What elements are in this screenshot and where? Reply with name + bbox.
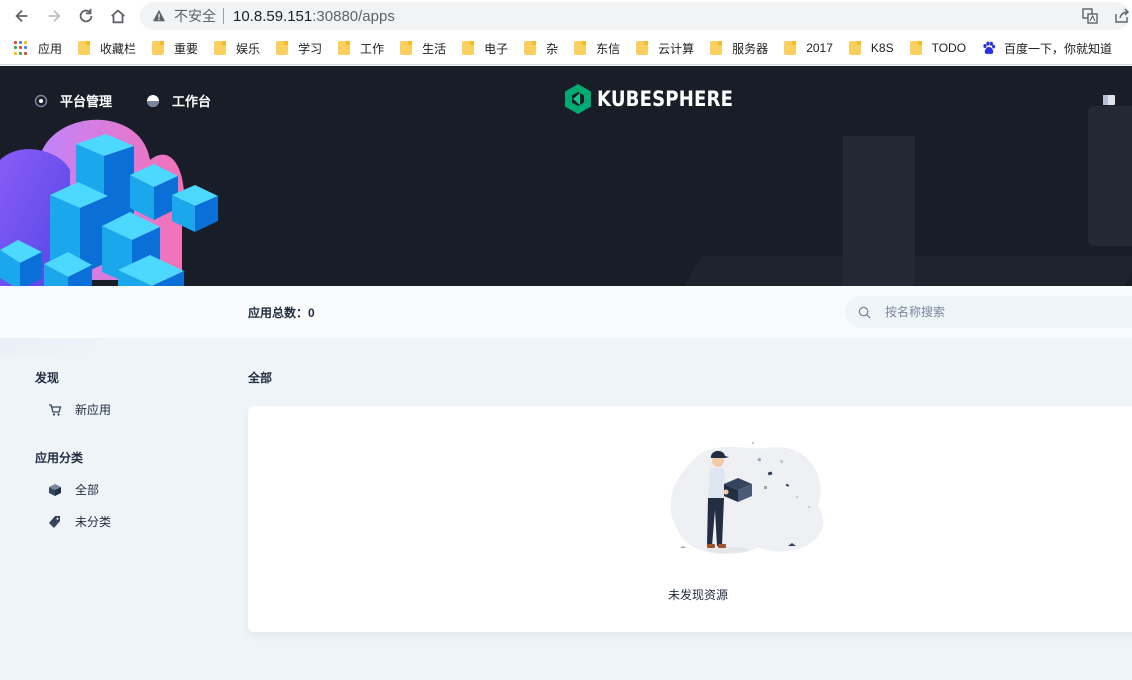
bookmark-folder[interactable]: 娱乐 bbox=[214, 40, 260, 57]
bookmark-folder[interactable]: 生活 bbox=[400, 40, 446, 57]
bookmark-folder[interactable]: 云计算 bbox=[636, 40, 694, 57]
folder-icon bbox=[462, 41, 475, 55]
translate-icon[interactable] bbox=[1078, 4, 1102, 28]
bookmark-label: 生活 bbox=[422, 41, 447, 56]
bookmark-label: 娱乐 bbox=[236, 41, 261, 56]
warning-triangle-icon bbox=[152, 9, 166, 22]
bookmark-folder[interactable]: 工作 bbox=[338, 40, 384, 57]
folder-icon bbox=[400, 41, 413, 55]
bookmark-label: 百度一下，你就知道 bbox=[1004, 41, 1113, 56]
bookmark-label: 收藏栏 bbox=[100, 41, 137, 56]
bookmark-folder[interactable]: 学习 bbox=[276, 40, 322, 57]
app-total-count: 应用总数：0 bbox=[248, 304, 315, 321]
sidebar-item-all[interactable]: 全部 bbox=[48, 481, 99, 498]
app-count-label: 应用总数： bbox=[248, 306, 309, 320]
section-title-all: 全部 bbox=[248, 371, 273, 385]
bookmark-folder[interactable]: TODO bbox=[909, 41, 967, 55]
bookmark-label: K8S bbox=[870, 41, 894, 55]
bookmark-label: 工作 bbox=[360, 41, 385, 56]
folder-icon bbox=[636, 41, 649, 55]
bookmark-label: 应用 bbox=[38, 41, 63, 56]
search-icon bbox=[858, 306, 871, 319]
forward-arrow-icon[interactable] bbox=[42, 4, 66, 28]
folder-icon bbox=[524, 41, 537, 55]
folder-icon bbox=[78, 41, 91, 55]
url-omnibox[interactable]: 不安全 10.8.59.151:30880/apps bbox=[140, 2, 1130, 30]
folder-icon bbox=[574, 41, 587, 55]
bookmark-label: 云计算 bbox=[658, 41, 695, 56]
home-icon[interactable] bbox=[106, 4, 130, 28]
folder-icon bbox=[276, 41, 289, 55]
bookmark-folder[interactable]: 电子 bbox=[462, 40, 508, 57]
bookmark-label: 2017 bbox=[806, 41, 833, 55]
bookmark-folder[interactable]: 2017 bbox=[784, 41, 833, 55]
bookmark-apps[interactable]: 应用 bbox=[14, 40, 62, 57]
folder-icon bbox=[848, 41, 861, 55]
apps-toolbar: 应用总数：0 bbox=[0, 286, 1132, 338]
bookmark-label: 学习 bbox=[298, 41, 323, 56]
empty-state-text: 未发现资源 bbox=[667, 588, 728, 602]
bookmark-label: 东信 bbox=[596, 41, 621, 56]
apps-grid-icon bbox=[14, 41, 28, 55]
sidebar-item-label: 未分类 bbox=[75, 515, 112, 529]
sidebar-category-title: 应用分类 bbox=[35, 451, 84, 465]
sidebar-item-new-apps[interactable]: 新应用 bbox=[48, 401, 111, 418]
folder-icon bbox=[214, 41, 227, 55]
bookmark-folder[interactable]: 服务器 bbox=[710, 40, 768, 57]
notification-icon[interactable] bbox=[1102, 94, 1116, 106]
insecure-label: 不安全 bbox=[174, 8, 216, 24]
bookmark-label: 服务器 bbox=[732, 41, 769, 56]
folder-icon bbox=[152, 41, 165, 55]
sidebar-item-uncategorized[interactable]: 未分类 bbox=[48, 513, 111, 530]
bookmark-label: 电子 bbox=[484, 41, 509, 56]
sidebar-discover-title: 发现 bbox=[35, 371, 60, 385]
folder-icon bbox=[784, 41, 797, 55]
bookmark-folder[interactable]: 杂 bbox=[524, 40, 558, 57]
bookmark-label: 杂 bbox=[546, 41, 559, 56]
tag-icon bbox=[49, 515, 60, 528]
back-arrow-icon[interactable] bbox=[10, 4, 34, 28]
baidu-paw-icon bbox=[983, 41, 996, 54]
apps-list-card: 未发现资源 bbox=[248, 406, 1132, 632]
shopping-cart-icon bbox=[49, 403, 62, 416]
search-box[interactable] bbox=[845, 296, 1132, 328]
banner-door-decoration bbox=[843, 136, 915, 286]
url-path: :30880/apps bbox=[312, 7, 395, 25]
bookmark-folder[interactable]: 重要 bbox=[152, 40, 198, 57]
app-count-value: 0 bbox=[308, 306, 315, 320]
sidebar-item-label: 新应用 bbox=[75, 403, 112, 417]
kubesphere-logo[interactable]: KUBESPHERE bbox=[565, 84, 755, 114]
bookmark-folder[interactable]: 东信 bbox=[574, 40, 620, 57]
share-icon[interactable] bbox=[1110, 4, 1132, 28]
bookmark-baidu[interactable]: 百度一下，你就知道 bbox=[982, 40, 1112, 57]
folder-icon bbox=[710, 41, 723, 55]
bookmark-folder[interactable]: 收藏栏 bbox=[78, 40, 136, 57]
sidebar-item-label: 全部 bbox=[75, 483, 100, 497]
reload-icon[interactable] bbox=[74, 4, 98, 28]
bookmarks-bar: 应用 收藏栏 重要 娱乐 学习 工作 生活 电子 杂 东信 云计算 服务器 20… bbox=[0, 32, 1132, 65]
url-host: 10.8.59.151 bbox=[233, 7, 313, 25]
empty-box-illustration bbox=[670, 442, 824, 555]
url-text: 10.8.59.151:30880/apps bbox=[233, 8, 395, 25]
cube-icon bbox=[49, 483, 61, 496]
bookmark-folder[interactable]: K8S bbox=[848, 41, 894, 55]
logo-text: KUBESPHERE bbox=[597, 87, 734, 111]
bookmark-label: 重要 bbox=[174, 41, 199, 56]
search-input[interactable] bbox=[885, 305, 1125, 319]
browser-address-bar: 不安全 10.8.59.151:30880/apps bbox=[0, 0, 1132, 32]
folder-icon bbox=[909, 41, 922, 55]
kubesphere-logo-icon bbox=[565, 84, 591, 114]
omnibox-separator bbox=[223, 8, 224, 24]
folder-icon bbox=[338, 41, 351, 55]
bookmark-label: TODO bbox=[931, 41, 967, 55]
